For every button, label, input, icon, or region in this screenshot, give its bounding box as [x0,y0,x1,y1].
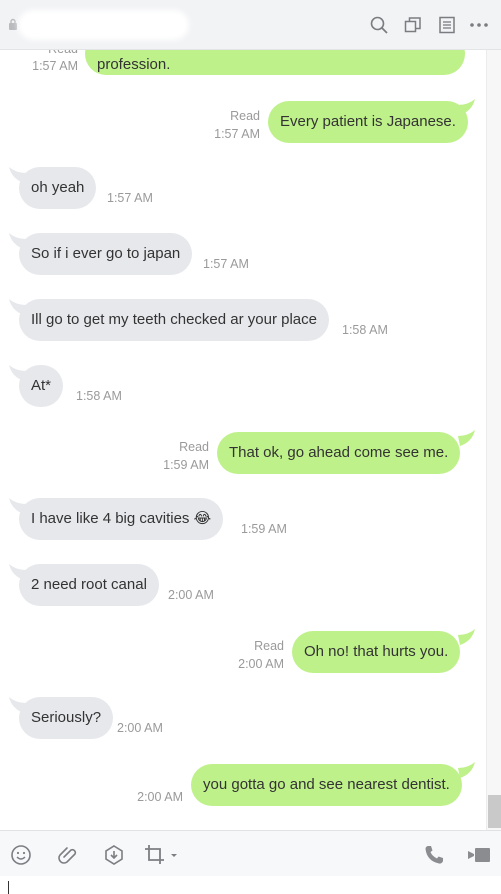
outgoing-message[interactable]: profession. [85,50,465,75]
message-time: 1:57 AM [203,257,249,271]
phone-icon[interactable] [422,843,446,867]
incoming-message[interactable]: 2 need root canal [19,564,159,606]
message-time: 1:59 AM [241,522,287,536]
video-icon[interactable] [466,843,492,867]
text-caret [8,881,9,894]
message-time: 2:00 AM [168,588,214,602]
message-time: 1:59 AM [163,458,209,472]
incoming-message[interactable]: Seriously? [19,697,114,739]
message-text: profession. [97,56,171,73]
incoming-message[interactable]: Ill go to get my teeth checked ar your p… [19,299,329,341]
bubble-tail [458,629,475,645]
message-text: Every patient is Japanese. [280,113,456,130]
attach-icon[interactable] [56,843,80,867]
download-icon[interactable] [102,843,126,867]
incoming-message[interactable]: oh yeah [19,167,97,209]
message-time: 1:57 AM [214,127,260,141]
incoming-message[interactable]: I have like 4 big cavities 😂 [19,498,224,540]
emoji-icon[interactable] [9,843,33,867]
read-status: Read [179,440,209,454]
message-text: Ill go to get my teeth checked ar your p… [31,311,317,328]
scrollbar-thumb[interactable] [488,795,501,828]
outgoing-message[interactable]: Every patient is Japanese. [268,101,468,143]
outgoing-message[interactable]: Oh no! that hurts you. [292,631,461,673]
message-text: Seriously? [31,709,102,726]
bubble-tail [458,430,475,446]
crop-icon[interactable] [143,843,179,867]
message-text: Oh no! that hurts you. [304,643,449,660]
message-time: 2:00 AM [137,790,183,804]
message-time: 1:57 AM [32,59,78,73]
message-input[interactable] [0,876,501,894]
scrollbar[interactable] [486,50,501,830]
message-time: 1:57 AM [107,191,153,205]
message-text: At* [31,377,52,394]
message-time: 1:58 AM [76,389,122,403]
search-icon[interactable] [368,14,390,36]
message-time: 2:00 AM [117,721,163,735]
redacted-chat-title[interactable] [22,14,185,36]
notes-icon[interactable] [436,14,458,36]
incoming-message[interactable]: At* [19,365,64,407]
copy-icon[interactable] [402,14,424,36]
message-text: I have like 4 big cavities 😂 [31,510,212,527]
read-status: Read [254,639,284,653]
more-icon[interactable] [468,14,490,36]
message-list[interactable]: Read 1:57 AM profession. Read 1:57 AM Ev… [0,50,486,830]
message-text: That ok, go ahead come see me. [229,444,449,461]
outgoing-message[interactable]: you gotta go and see nearest dentist. [191,764,462,806]
outgoing-message[interactable]: That ok, go ahead come see me. [217,432,461,474]
message-text: 2 need root canal [31,576,147,593]
message-text: oh yeah [31,179,85,196]
message-text: you gotta go and see nearest dentist. [203,776,450,793]
lock-icon [9,18,17,30]
read-status: Read [230,109,260,123]
chat-header [0,0,501,50]
bubble-tail [458,762,475,778]
message-text: So if i ever go to japan [31,245,181,262]
incoming-message[interactable]: So if i ever go to japan [19,233,193,275]
composer-toolbar [0,830,501,876]
message-time: 1:58 AM [342,323,388,337]
message-time: 2:00 AM [238,657,284,671]
bubble-tail [458,99,475,115]
